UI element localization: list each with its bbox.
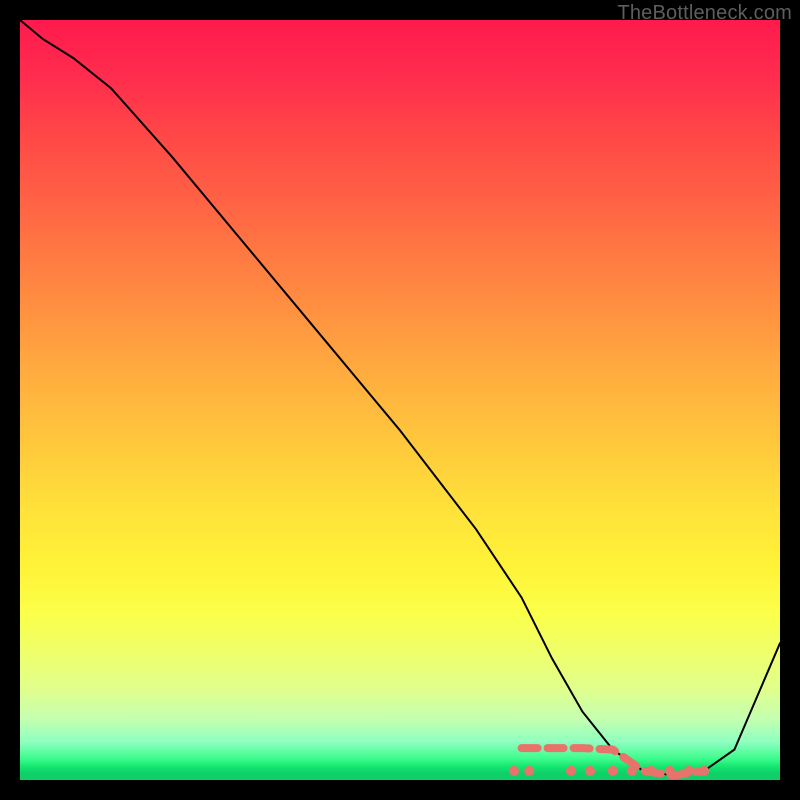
highlight-dots [509,766,709,776]
highlight-dot [627,766,637,776]
highlight-dot [665,766,675,776]
highlight-dot [524,766,534,776]
highlight-dot [509,766,519,776]
highlight-dot [684,766,694,776]
curve-group [20,20,780,776]
highlight-dot [646,766,656,776]
chart-stage: TheBottleneck.com [0,0,800,800]
highlight-dot [585,766,595,776]
curve-svg [20,20,780,780]
highlight-dot [699,766,709,776]
watermark-label: TheBottleneck.com [617,2,792,25]
highlight-dot [608,766,618,776]
highlight-segment [522,748,704,775]
highlight-dot [566,766,576,776]
plot-area [20,20,780,780]
bottleneck-curve [20,20,780,775]
